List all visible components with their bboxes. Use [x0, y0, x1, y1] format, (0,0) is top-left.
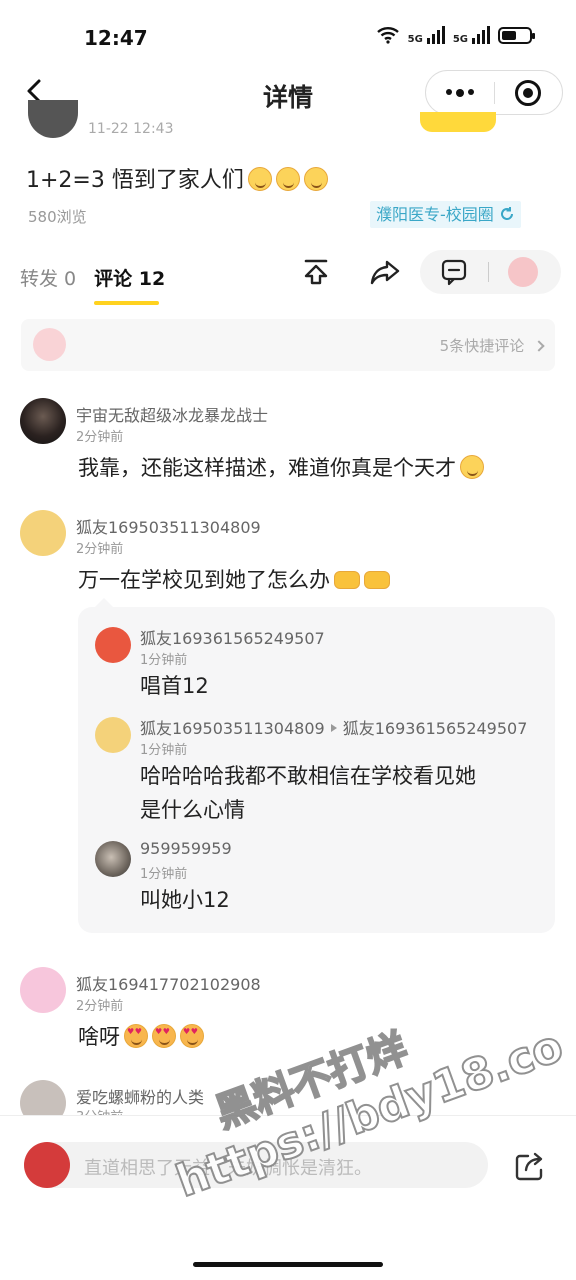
comment-icon[interactable]	[440, 258, 468, 286]
reply-text-line-1: 哈哈哈哈我都不敢相信在学校看见她	[140, 764, 476, 788]
signal-1-icon: 5G	[407, 26, 445, 45]
reply-text: 叫她小12	[140, 888, 230, 912]
reply-to-arrow-icon	[330, 724, 337, 732]
pin-top-icon[interactable]	[300, 256, 332, 288]
commenter-name[interactable]: 宇宙无敌超级冰龙暴龙战士	[76, 402, 268, 426]
heart-eyes-emoji-icon	[152, 1024, 176, 1048]
post-text: 1+2=3 悟到了家人们	[26, 162, 328, 194]
reply-avatar[interactable]	[95, 627, 131, 663]
share-arrow-icon[interactable]	[369, 256, 401, 288]
more-dots-icon	[445, 88, 474, 97]
smile-emoji-icon	[460, 455, 484, 479]
refresh-icon	[500, 207, 513, 220]
follow-button[interactable]	[420, 112, 496, 132]
tab-forward[interactable]: 转发 0	[20, 264, 76, 291]
share-out-icon[interactable]	[514, 1150, 548, 1182]
smile-emoji-icon	[247, 167, 272, 191]
circle-tag[interactable]: 濮阳医专-校园圈	[370, 201, 521, 228]
view-count: 580浏览	[28, 208, 87, 226]
quick-comments-bar[interactable]: 5条快捷评论	[21, 319, 555, 371]
reply-time: 1分钟前	[140, 743, 188, 758]
author-avatar[interactable]	[28, 100, 78, 138]
network-label-1: 5G	[407, 34, 423, 45]
circle-tag-label: 濮阳医专-校园圈	[376, 205, 494, 224]
pointing-hand-emoji-icon	[334, 571, 360, 589]
detail-tabs: 转发 0 评论 12	[20, 264, 165, 305]
chevron-right-icon	[533, 340, 545, 352]
commenter-name[interactable]: 狐友169503511304809	[76, 514, 261, 538]
reply-time: 1分钟前	[140, 867, 188, 882]
smile-emoji-icon	[275, 167, 300, 191]
commenter-name[interactable]: 狐友169417702102908	[76, 971, 261, 995]
reply-avatar[interactable]	[95, 717, 131, 753]
close-miniapp-button[interactable]	[495, 71, 563, 114]
reply-name[interactable]: 959959959	[140, 839, 232, 858]
post-time: 11-22 12:43	[88, 121, 174, 137]
reply-time: 1分钟前	[140, 653, 188, 668]
commenter-avatar[interactable]	[20, 967, 66, 1013]
comment-time: 2分钟前	[76, 999, 124, 1014]
commenter-avatar[interactable]	[20, 398, 66, 444]
heart-eyes-emoji-icon	[180, 1024, 204, 1048]
reply-author[interactable]: 狐友169503511304809	[140, 719, 325, 738]
status-time: 12:47	[84, 26, 148, 50]
post-text-content: 1+2=3 悟到了家人们	[26, 168, 244, 193]
comment-time: 2分钟前	[76, 542, 124, 557]
status-icons: 5G 5G	[376, 26, 535, 45]
pointing-hand-emoji-icon	[364, 571, 390, 589]
reply-text-line-2: 是什么心情	[140, 798, 245, 822]
comment-action-pill	[420, 250, 561, 294]
comment-text: 万一在学校见到她了怎么办	[78, 564, 390, 594]
reply-text: 唱首12	[140, 674, 209, 698]
reply-target[interactable]: 狐友169361565249507	[343, 719, 528, 738]
status-bar: 12:47 5G 5G	[0, 0, 576, 70]
comment-text: 啥呀	[78, 1021, 204, 1051]
comment-text: 我靠，还能这样描述，难道你真是个天才	[78, 452, 484, 482]
comment-time: 2分钟前	[76, 430, 124, 445]
reply-name[interactable]: 狐友169361565249507	[140, 625, 325, 649]
home-indicator[interactable]	[193, 1262, 383, 1267]
more-button[interactable]	[426, 71, 494, 114]
miniapp-capsule	[425, 70, 563, 115]
signal-2-icon: 5G	[452, 26, 490, 45]
battery-icon	[498, 26, 535, 44]
tab-comments[interactable]: 评论 12	[94, 264, 165, 305]
pill-divider	[488, 262, 489, 282]
commenter-avatar[interactable]	[20, 510, 66, 556]
current-user-avatar[interactable]	[508, 257, 538, 287]
reply-thread: 狐友169361565249507 1分钟前 唱首12 狐友1695035113…	[78, 598, 555, 933]
heart-eyes-emoji-icon	[124, 1024, 148, 1048]
my-avatar	[24, 1142, 70, 1188]
battery-level	[502, 30, 516, 40]
network-label-2: 5G	[452, 34, 468, 45]
target-icon	[515, 79, 542, 106]
reply-avatar[interactable]	[95, 841, 131, 877]
quick-comment-avatar	[33, 328, 66, 361]
smile-emoji-icon	[303, 167, 328, 191]
quick-comments-label: 5条快捷评论	[440, 335, 545, 356]
reply-name: 狐友169503511304809 狐友169361565249507	[140, 715, 527, 739]
wifi-icon	[376, 27, 399, 44]
